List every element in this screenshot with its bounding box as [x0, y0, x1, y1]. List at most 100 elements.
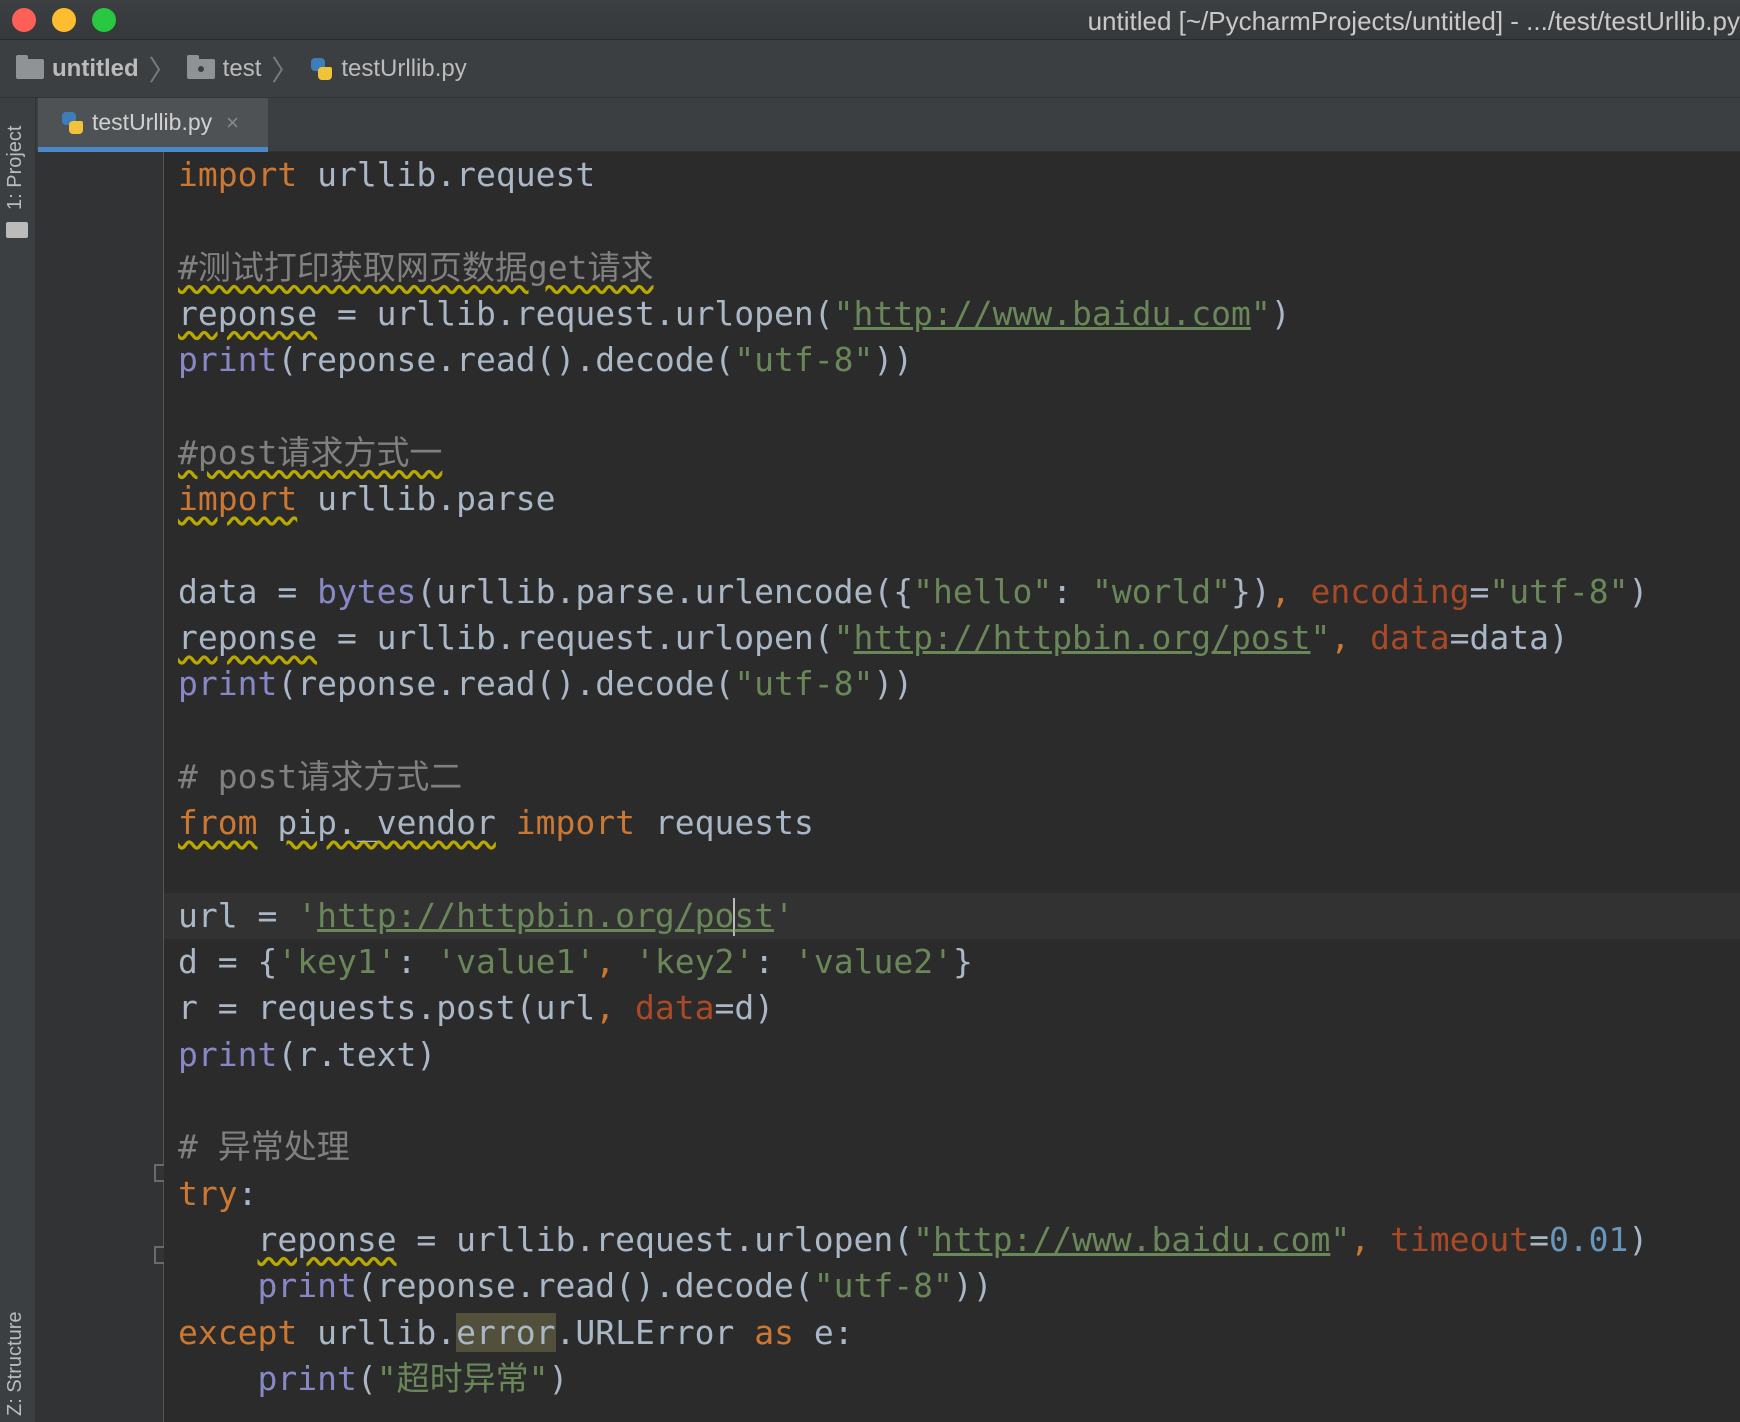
code-line: 19r = requests.post(url, data=d): [164, 985, 1740, 1031]
breadcrumb-folder[interactable]: test: [186, 54, 262, 83]
zoom-window-button[interactable]: [92, 8, 116, 32]
breadcrumb-file-label: testUrllib.py: [341, 54, 467, 82]
code-line: 23try:: [164, 1171, 1740, 1217]
code-token: ,: [595, 988, 635, 1028]
code-token: 0.01: [1548, 1219, 1629, 1259]
code-token: try: [178, 1173, 238, 1213]
code-token: (urllib.parse.urlencode({: [416, 571, 914, 611]
editor-tab-testurllib[interactable]: testUrllib.py ×: [38, 98, 268, 152]
code-link[interactable]: st: [734, 896, 774, 935]
code-token: )): [873, 340, 914, 380]
code-token: print: [178, 1034, 278, 1074]
code-token: ): [1628, 571, 1649, 611]
close-icon[interactable]: ×: [226, 110, 239, 136]
project-tool-tab[interactable]: 1: Project: [4, 126, 27, 210]
code-line: 21: [164, 1078, 1740, 1124]
editor-tab-label: testUrllib.py: [92, 109, 213, 135]
code-link[interactable]: http://httpbin.org/po: [317, 896, 734, 935]
code-token: import: [178, 479, 298, 519]
code-token: urllib.: [297, 1312, 457, 1352]
code-token: import: [515, 803, 635, 843]
code-token: 'value2': [793, 942, 953, 982]
code-token: pip._vendor: [277, 803, 496, 843]
code-token: e:: [793, 1312, 854, 1352]
code-token: =data): [1449, 618, 1569, 657]
code-line: 12print(reponse.read().decode("utf-8")): [164, 661, 1740, 707]
code-line: 5print(reponse.read().decode("utf-8")): [164, 337, 1740, 383]
code-token: = urllib.request.urlopen(: [396, 1219, 914, 1259]
code-token: "utf-8": [734, 664, 874, 704]
code-line: 2: [164, 198, 1740, 244]
code-token: ": [1250, 293, 1271, 333]
code-token: 'key1': [277, 942, 397, 982]
close-window-button[interactable]: [12, 8, 36, 32]
code-line: 8import urllib.parse: [164, 476, 1740, 522]
code-token: data: [634, 988, 715, 1028]
code-token: =: [1469, 571, 1490, 611]
code-token: = urllib.request.urlopen(: [317, 618, 834, 657]
code-line: 3#测试打印获取网页数据get请求: [164, 245, 1740, 291]
code-line: 4reponse = urllib.request.urlopen("http:…: [164, 291, 1740, 337]
code-token: 'key2': [635, 942, 755, 982]
breadcrumb-folder-label: test: [222, 54, 262, 82]
code-line: 11reponse = urllib.request.urlopen("http…: [164, 615, 1740, 661]
code-line: 7#post请求方式一: [164, 430, 1740, 476]
code-line-current: 17url = 'http://httpbin.org/post': [164, 892, 1740, 939]
code-token: reponse: [178, 293, 318, 333]
code-token: from: [178, 803, 258, 843]
code-token: import: [178, 155, 298, 194]
breadcrumb-project[interactable]: untitled: [16, 54, 139, 83]
code-token: "hello": [913, 571, 1053, 611]
code-link[interactable]: http://www.baidu.com: [854, 294, 1251, 333]
code-token: data: [1370, 618, 1450, 657]
code-token: print: [178, 664, 278, 704]
breadcrumb-separator: 〉: [148, 54, 177, 86]
code-line: 16: [164, 847, 1740, 893]
code-token: )): [873, 664, 914, 704]
code-token: ,: [1270, 571, 1311, 611]
code-line: 13: [164, 708, 1740, 754]
code-line: 20print(r.text): [164, 1032, 1740, 1078]
code-token: except: [178, 1312, 298, 1352]
breadcrumb-project-label: untitled: [52, 54, 139, 82]
code-comment: # 异常处理: [178, 1127, 350, 1167]
code-editor[interactable]: 1import urllib.request 2 3#测试打印获取网页数据get…: [164, 152, 1740, 1422]
code-token: print: [257, 1266, 357, 1306]
code-line: 15from pip._vendor import requests: [164, 800, 1740, 846]
code-token: (reponse.read().decode(: [277, 664, 735, 704]
code-link[interactable]: http://www.baidu.com: [933, 1220, 1330, 1259]
code-token: reponse: [178, 618, 318, 657]
code-token: = urllib.request.urlopen(: [317, 293, 834, 333]
code-token: )): [952, 1266, 993, 1306]
python-file-icon: [309, 57, 333, 81]
code-line: 24 reponse = urllib.request.urlopen("htt…: [164, 1217, 1740, 1263]
code-token: data =: [178, 571, 318, 611]
structure-tool-tab[interactable]: Z: Structure: [4, 1312, 27, 1416]
code-token: =d): [714, 988, 775, 1028]
code-token: timeout: [1389, 1219, 1530, 1259]
code-token: urllib.parse: [297, 479, 556, 519]
code-token: reponse: [257, 1219, 397, 1259]
package-folder-icon: [186, 54, 215, 79]
code-line: 26except urllib.error.URLError as e:: [164, 1310, 1740, 1356]
code-token: "超时异常": [376, 1358, 549, 1398]
code-token: print: [257, 1358, 357, 1398]
code-token: (reponse.read().decode(: [277, 340, 735, 380]
code-token: requests: [635, 803, 814, 843]
code-token: r = requests.post(url: [178, 988, 596, 1028]
code-token: =: [1529, 1219, 1549, 1259]
minimize-window-button[interactable]: [52, 8, 76, 32]
code-token: ': [774, 895, 794, 935]
breadcrumb-file[interactable]: testUrllib.py: [309, 54, 467, 83]
code-token: ,: [1350, 1219, 1390, 1259]
code-token: (: [356, 1358, 377, 1398]
code-link[interactable]: http://httpbin.org/post: [854, 618, 1311, 657]
code-line: 25 print(reponse.read().decode("utf-8")): [164, 1263, 1740, 1309]
code-token: encoding: [1310, 571, 1470, 611]
code-token: ": [913, 1219, 933, 1259]
code-line: 22# 异常处理: [164, 1124, 1740, 1170]
code-token: ': [297, 895, 318, 935]
